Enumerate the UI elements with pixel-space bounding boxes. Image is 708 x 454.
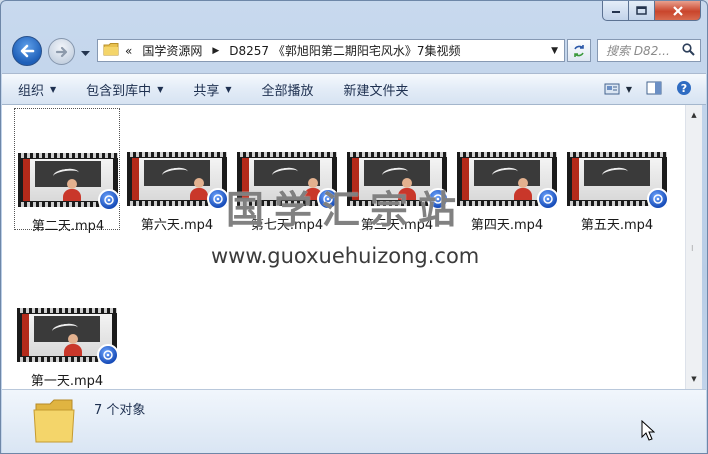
media-player-icon bbox=[98, 189, 120, 211]
chevron-down-icon bbox=[81, 51, 90, 56]
scroll-down-arrow-icon[interactable]: ▼ bbox=[686, 371, 702, 387]
file-item-day1[interactable]: 第一天.mp4 bbox=[14, 264, 120, 389]
file-name: 第一天.mp4 bbox=[30, 374, 104, 389]
file-item-day5[interactable]: 第五天.mp4 bbox=[564, 108, 670, 233]
video-thumbnail bbox=[17, 308, 119, 366]
status-bar: 7 个对象 bbox=[2, 389, 706, 453]
watermark-logo: 国学汇宗站 bbox=[226, 187, 467, 232]
new-folder-button[interactable]: 新建文件夹 bbox=[328, 74, 423, 104]
search-icon[interactable] bbox=[682, 42, 695, 59]
toolbar-right-group: ▼ ? bbox=[604, 80, 692, 99]
include-in-library-menu[interactable]: 包含到库中 ▼ bbox=[70, 74, 177, 104]
maximize-button[interactable] bbox=[629, 1, 655, 21]
vertical-scrollbar[interactable]: ▲ ⁝ ▼ bbox=[685, 105, 702, 389]
mouse-pointer-icon bbox=[641, 419, 656, 445]
breadcrumb-item-guoxue[interactable]: 国学资源网 bbox=[142, 42, 202, 59]
view-icon bbox=[604, 83, 620, 95]
forward-button[interactable] bbox=[48, 38, 75, 65]
recent-pages-dropdown[interactable] bbox=[81, 46, 90, 60]
maximize-icon bbox=[636, 6, 647, 15]
preview-pane-button[interactable] bbox=[646, 81, 662, 98]
file-name: 第二天.mp4 bbox=[31, 219, 105, 234]
share-menu[interactable]: 共享 ▼ bbox=[177, 74, 245, 104]
play-all-button[interactable]: 全部播放 bbox=[246, 74, 328, 104]
folder-icon bbox=[32, 396, 76, 449]
media-player-icon bbox=[97, 344, 119, 366]
arrow-right-icon bbox=[55, 46, 67, 57]
help-icon: ? bbox=[677, 80, 691, 95]
organize-menu[interactable]: 组织 ▼ bbox=[2, 74, 70, 104]
address-bar[interactable]: « 国学资源网 ▶ D8257 《郭旭阳第二期阳宅风水》7集视频 ▼ bbox=[97, 39, 565, 62]
file-item-day6[interactable]: 第六天.mp4 bbox=[124, 108, 230, 233]
search-box[interactable] bbox=[597, 39, 701, 62]
view-options-button[interactable]: ▼ bbox=[604, 82, 632, 96]
video-thumbnail bbox=[567, 152, 669, 210]
chevron-down-icon: ▼ bbox=[50, 84, 57, 94]
command-toolbar: 组织 ▼ 包含到库中 ▼ 共享 ▼ 全部播放 新建文件夹 ▼ ? bbox=[2, 73, 706, 105]
organize-label: 组织 bbox=[18, 83, 45, 99]
file-name: 第五天.mp4 bbox=[580, 218, 654, 233]
file-name: 第六天.mp4 bbox=[140, 218, 214, 233]
chevron-down-icon: ▼ bbox=[625, 84, 632, 94]
breadcrumb-item-current[interactable]: D8257 《郭旭阳第二期阳宅风水》7集视频 bbox=[229, 42, 460, 59]
video-thumbnail bbox=[18, 153, 120, 211]
explorer-window: « 国学资源网 ▶ D8257 《郭旭阳第二期阳宅风水》7集视频 ▼ 组织 ▼ … bbox=[0, 0, 708, 454]
breadcrumb-overflow[interactable]: « bbox=[125, 44, 132, 58]
close-icon bbox=[672, 5, 683, 16]
file-item-day2[interactable]: 第二天.mp4 bbox=[14, 108, 120, 234]
play-all-label: 全部播放 bbox=[261, 83, 314, 99]
media-player-icon bbox=[537, 188, 559, 210]
caption-buttons bbox=[602, 1, 701, 21]
preview-pane-icon bbox=[646, 81, 662, 94]
chevron-down-icon: ▼ bbox=[225, 84, 232, 94]
video-thumbnail bbox=[127, 152, 229, 210]
status-item-count: 7 个对象 bbox=[94, 403, 146, 418]
refresh-button[interactable] bbox=[567, 39, 591, 62]
file-item-day4[interactable]: 第四天.mp4 bbox=[454, 108, 560, 233]
minimize-button[interactable] bbox=[602, 1, 629, 21]
address-history-chevron-icon[interactable]: ▼ bbox=[551, 46, 558, 56]
svg-text:?: ? bbox=[681, 82, 687, 95]
media-player-icon bbox=[647, 188, 669, 210]
scroll-up-arrow-icon[interactable]: ▲ bbox=[686, 107, 702, 123]
chevron-down-icon: ▼ bbox=[157, 84, 164, 94]
close-button[interactable] bbox=[655, 1, 701, 21]
breadcrumb-separator-icon[interactable]: ▶ bbox=[212, 46, 219, 56]
minimize-icon bbox=[611, 10, 620, 13]
file-name: 第四天.mp4 bbox=[470, 218, 544, 233]
folder-icon bbox=[103, 42, 119, 59]
scroll-grip-icon[interactable]: ⁝ bbox=[691, 244, 694, 253]
share-label: 共享 bbox=[193, 83, 220, 99]
help-button[interactable]: ? bbox=[676, 80, 692, 99]
search-input[interactable] bbox=[606, 43, 682, 58]
include-in-library-label: 包含到库中 bbox=[86, 83, 152, 99]
watermark-url: www.guoxuehuizong.com bbox=[211, 244, 480, 268]
new-folder-label: 新建文件夹 bbox=[343, 83, 409, 99]
video-thumbnail bbox=[457, 152, 559, 210]
refresh-icon bbox=[574, 44, 584, 57]
back-button[interactable] bbox=[12, 36, 42, 66]
arrow-left-icon bbox=[20, 44, 35, 58]
